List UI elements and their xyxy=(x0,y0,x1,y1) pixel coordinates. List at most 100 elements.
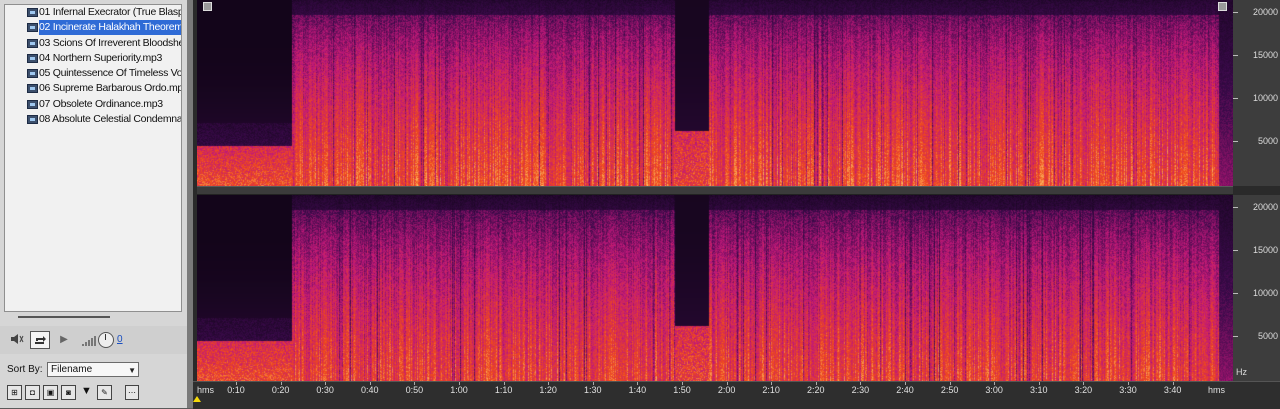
time-tick-mark xyxy=(682,382,683,385)
time-unit-left: hms xyxy=(197,385,215,395)
import-button[interactable]: ◘ xyxy=(25,385,40,400)
spectral-frequency-display[interactable]: 20000 15000 10000 5000 20000 15000 10000 5000 … xyxy=(193,0,1280,409)
file-list-item[interactable]: 03 Scions Of Irreverent Bloodshe xyxy=(5,36,181,51)
panel-splitter[interactable] xyxy=(18,316,110,318)
file-name: 08 Absolute Celestial Condemnat xyxy=(39,113,181,126)
time-tick-label: 0:30 xyxy=(316,385,334,395)
zoom-left-handle[interactable] xyxy=(203,2,212,11)
sort-select-value: Filename xyxy=(51,364,93,375)
channel-right-spectrogram[interactable] xyxy=(197,195,1233,381)
audio-file-icon xyxy=(27,115,38,125)
frequency-tick-mark xyxy=(1233,12,1238,13)
sort-by-select[interactable]: Filename ▼ xyxy=(47,362,139,377)
time-tick-label: 2:30 xyxy=(851,385,870,395)
channel-left-spectrogram[interactable] xyxy=(197,0,1233,186)
time-tick-label: 0:40 xyxy=(361,385,379,395)
time-tick-label: 2:00 xyxy=(717,385,736,395)
file-list-item[interactable]: 08 Absolute Celestial Condemnat xyxy=(5,112,181,127)
frequency-unit-label: Hz xyxy=(1236,367,1247,377)
filter-button[interactable]: ▼ xyxy=(79,385,94,400)
frequency-tick-mark xyxy=(1233,293,1238,294)
frequency-tick-mark xyxy=(1233,207,1238,208)
file-list-item[interactable]: 02 Incinerate Halakhah Theorem xyxy=(5,20,181,36)
time-tick-mark xyxy=(1172,382,1174,385)
time-tick-label: 2:20 xyxy=(807,385,825,395)
file-list-item[interactable]: 04 Northern Superiority.mp3 xyxy=(5,51,181,66)
time-tick-label: 1:40 xyxy=(628,385,647,395)
file-name: 05 Quintessence Of Timeless Voi xyxy=(39,67,181,80)
audio-file-icon xyxy=(27,8,38,17)
time-tick-mark xyxy=(860,382,862,385)
volume-value[interactable]: 0 xyxy=(117,334,123,345)
frequency-tick-mark xyxy=(1233,336,1238,337)
open-file-button[interactable]: ⊞ xyxy=(7,385,22,400)
file-list-item[interactable]: 05 Quintessence Of Timeless Voi xyxy=(5,66,181,81)
file-name: 01 Infernal Execrator (True Blasp xyxy=(39,6,181,18)
volume-knob[interactable] xyxy=(98,332,114,348)
time-tick-mark xyxy=(771,382,773,385)
close-file-icon: ◙ xyxy=(66,388,71,397)
frequency-tick-label: 5000 xyxy=(1257,136,1278,146)
time-tick-mark xyxy=(369,382,371,385)
file-name: 07 Obsolete Ordinance.mp3 xyxy=(39,97,163,110)
time-tick-label: 3:20 xyxy=(1074,385,1093,395)
time-tick-label: 1:00 xyxy=(450,385,468,395)
spectrogram-left[interactable] xyxy=(197,0,1233,186)
frequency-tick-label: 20000 xyxy=(1252,7,1278,17)
playhead-marker[interactable] xyxy=(193,396,201,402)
time-tick-mark xyxy=(949,382,951,385)
time-ruler[interactable]: hms hms 0:10 0:20 0:30 0:40 0:50 1:00 1:10 1:20… xyxy=(193,381,1280,409)
time-tick-label: 1:30 xyxy=(584,385,602,395)
time-tick-label: 3:30 xyxy=(1119,385,1137,395)
file-list-item[interactable]: 01 Infernal Execrator (True Blasp xyxy=(5,5,181,20)
edit-file-button[interactable]: ✎ xyxy=(97,385,112,400)
preview-transport: ▶ 0 xyxy=(0,326,190,354)
frequency-scale-bottom: 20000 15000 10000 5000 xyxy=(1233,195,1280,381)
time-tick-mark xyxy=(1083,382,1085,385)
time-tick-label: 3:10 xyxy=(1030,385,1048,395)
frequency-tick-label: 5000 xyxy=(1257,331,1278,341)
options-button[interactable]: ⋯ xyxy=(125,385,139,400)
sort-label: Sort By: xyxy=(7,364,43,375)
file-list[interactable]: 01 Infernal Execrator (True Blasp 02 Inci… xyxy=(4,4,182,312)
loop-icon xyxy=(35,336,46,344)
audio-file-icon xyxy=(27,53,38,63)
close-file-button[interactable]: ◙ xyxy=(61,385,76,400)
time-tick-label: 1:20 xyxy=(539,385,557,395)
time-tick-label: 0:20 xyxy=(271,385,290,395)
sort-row: Sort By: Filename ▼ xyxy=(0,358,190,380)
time-tick-label: 3:40 xyxy=(1163,385,1182,395)
audio-file-icon xyxy=(27,23,38,33)
audio-file-icon xyxy=(27,99,38,109)
audio-file-icon xyxy=(27,38,38,48)
insert-icon: ▣ xyxy=(46,388,55,397)
file-list-item[interactable]: 06 Supreme Barbarous Ordo.mp3 xyxy=(5,81,181,96)
audio-file-icon xyxy=(27,69,38,79)
frequency-tick-label: 10000 xyxy=(1252,93,1278,103)
loop-button[interactable] xyxy=(30,331,50,349)
file-name: 02 Incinerate Halakhah Theorem xyxy=(39,20,181,36)
audio-file-icon xyxy=(27,84,38,94)
insert-button[interactable]: ▣ xyxy=(43,385,58,400)
chevron-down-icon: ▼ xyxy=(128,366,136,375)
edit-file-icon: ✎ xyxy=(101,388,108,397)
channel-divider xyxy=(197,186,1233,195)
frequency-tick-label: 15000 xyxy=(1252,50,1278,60)
zoom-right-handle[interactable] xyxy=(1218,2,1227,11)
frequency-tick-mark xyxy=(1233,98,1238,99)
time-tick-mark xyxy=(637,382,639,385)
play-icon[interactable]: ▶ xyxy=(59,332,69,348)
time-tick-mark xyxy=(994,382,996,385)
time-tick-mark xyxy=(1128,382,1129,385)
frequency-tick-label: 10000 xyxy=(1252,288,1278,298)
file-name: 04 Northern Superiority.mp3 xyxy=(39,51,163,64)
file-icon: ⊞ xyxy=(11,388,18,397)
file-list-item[interactable]: 07 Obsolete Ordinance.mp3 xyxy=(5,97,181,112)
time-tick-mark xyxy=(236,382,237,385)
frequency-tick-mark xyxy=(1233,250,1238,251)
speaker-icon[interactable] xyxy=(9,332,25,348)
spectrogram-right[interactable] xyxy=(197,195,1233,381)
file-name: 03 Scions Of Irreverent Bloodshe xyxy=(39,36,181,49)
time-tick-mark xyxy=(548,382,550,385)
files-panel: 01 Infernal Execrator (True Blasp 02 Inci… xyxy=(0,0,190,408)
